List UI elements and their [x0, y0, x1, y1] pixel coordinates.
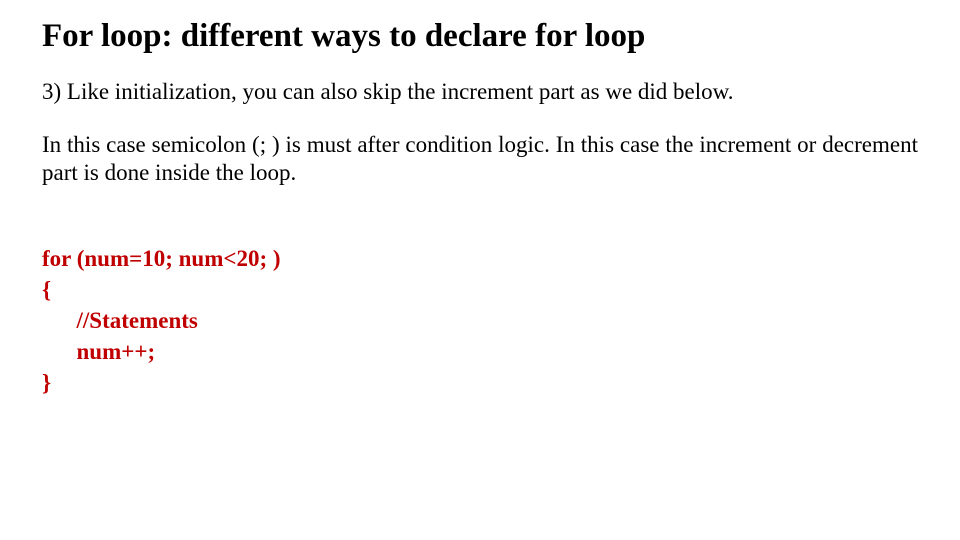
- code-line-4: num++;: [42, 339, 155, 364]
- code-line-5: }: [42, 370, 51, 395]
- slide: For loop: different ways to declare for …: [0, 0, 960, 540]
- paragraph-1: 3) Like initialization, you can also ski…: [42, 78, 918, 107]
- paragraph-2: In this case semicolon (; ) is must afte…: [42, 131, 918, 189]
- code-line-3: //Statements: [42, 308, 198, 333]
- code-block: for (num=10; num<20; ) { //Statements nu…: [42, 212, 918, 429]
- code-line-1: for (num=10; num<20; ): [42, 246, 281, 271]
- code-line-2: {: [42, 277, 51, 302]
- slide-title: For loop: different ways to declare for …: [42, 18, 918, 56]
